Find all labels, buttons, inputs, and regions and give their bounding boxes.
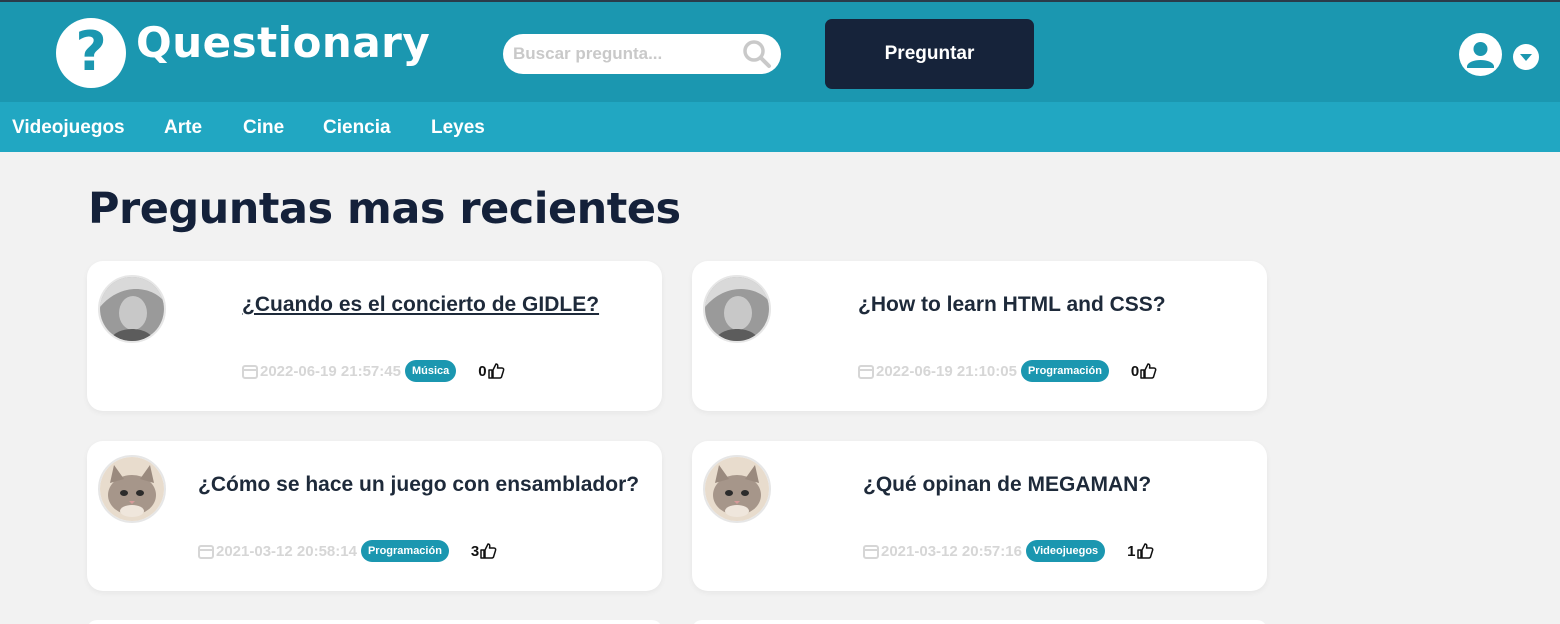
like-count: 3 (470, 542, 480, 560)
category-nav: Videojuegos Arte Cine Ciencia Leyes (0, 102, 1560, 152)
question-date-text: 2022-06-19 21:10:05 (876, 362, 1017, 380)
category-tag[interactable]: Programación (1020, 360, 1109, 382)
user-icon[interactable] (1459, 33, 1502, 76)
avatar[interactable] (98, 455, 166, 523)
question-meta: 2021-03-12 20:57:16 Videojuegos 1 (863, 539, 1154, 563)
question-card[interactable]: ¿How to learn HTML and CSS? 2022-06-19 2… (692, 261, 1267, 411)
category-tag[interactable]: Videojuegos (1025, 540, 1106, 562)
logo-glyph: ? (75, 20, 107, 83)
question-title-link[interactable]: ¿Cómo se hace un juego con ensamblador? (198, 473, 639, 497)
thumbs-up-icon[interactable] (1136, 542, 1154, 560)
question-title-link[interactable]: ¿Qué opinan de MEGAMAN? (863, 473, 1151, 497)
search-icon[interactable] (741, 38, 773, 70)
like-button[interactable]: 0 (1131, 362, 1157, 380)
category-tag[interactable]: Música (404, 360, 457, 382)
question-title-link[interactable]: ¿Cuando es el concierto de GIDLE? (242, 293, 599, 317)
nav-item-arte[interactable]: Arte (164, 117, 202, 139)
calendar-icon (858, 365, 874, 379)
search-box (503, 34, 781, 74)
thumbs-up-icon[interactable] (479, 542, 497, 560)
avatar[interactable] (703, 275, 771, 343)
logo-icon[interactable]: ? (56, 18, 126, 88)
question-date-text: 2022-06-19 21:57:45 (260, 362, 401, 380)
question-date: 2021-03-12 20:57:16 (863, 543, 1022, 560)
thumbs-up-icon[interactable] (487, 362, 505, 380)
question-date-text: 2021-03-12 20:58:14 (216, 542, 357, 560)
like-button[interactable]: 1 (1127, 542, 1153, 560)
nav-item-ciencia[interactable]: Ciencia (323, 117, 391, 139)
question-card[interactable]: ¿Cuando es el concierto de GIDLE? 2022-0… (87, 261, 662, 411)
top-header: ? Questionary Preguntar (0, 0, 1560, 102)
like-count: 1 (1127, 542, 1136, 560)
question-date: 2022-06-19 21:10:05 (858, 363, 1017, 380)
like-button[interactable]: 0 (478, 362, 505, 380)
question-card-partial[interactable] (692, 620, 1267, 624)
ask-question-button[interactable]: Preguntar (825, 19, 1034, 89)
question-meta: 2021-03-12 20:58:14 Programación 3 (198, 539, 497, 563)
nav-item-videojuegos[interactable]: Videojuegos (12, 117, 125, 139)
avatar[interactable] (703, 455, 771, 523)
search-input[interactable] (513, 40, 733, 68)
like-button[interactable]: 3 (471, 542, 497, 560)
calendar-icon (242, 365, 258, 379)
question-card[interactable]: ¿Cómo se hace un juego con ensamblador? … (87, 441, 662, 591)
nav-item-cine[interactable]: Cine (243, 117, 284, 139)
calendar-icon (863, 545, 879, 559)
question-date-text: 2021-03-12 20:57:16 (881, 542, 1022, 560)
question-date: 2021-03-12 20:58:14 (198, 543, 357, 560)
like-count: 0 (478, 362, 487, 380)
avatar[interactable] (98, 275, 166, 343)
question-meta: 2022-06-19 21:10:05 Programación 0 (858, 359, 1157, 383)
question-title-link[interactable]: ¿How to learn HTML and CSS? (858, 293, 1166, 317)
question-card-partial[interactable] (87, 620, 662, 624)
brand-name[interactable]: Questionary (136, 18, 430, 67)
question-card[interactable]: ¿Qué opinan de MEGAMAN? 2021-03-12 20:57… (692, 441, 1267, 591)
chevron-down-icon[interactable] (1512, 43, 1540, 71)
question-meta: 2022-06-19 21:57:45 Música 0 (242, 359, 505, 383)
like-count: 0 (1130, 362, 1140, 380)
thumbs-up-icon[interactable] (1139, 362, 1157, 380)
page-title: Preguntas mas recientes (88, 184, 681, 234)
question-date: 2022-06-19 21:57:45 (242, 363, 401, 380)
calendar-icon (198, 545, 214, 559)
category-tag[interactable]: Programación (360, 540, 449, 562)
nav-item-leyes[interactable]: Leyes (431, 117, 485, 139)
